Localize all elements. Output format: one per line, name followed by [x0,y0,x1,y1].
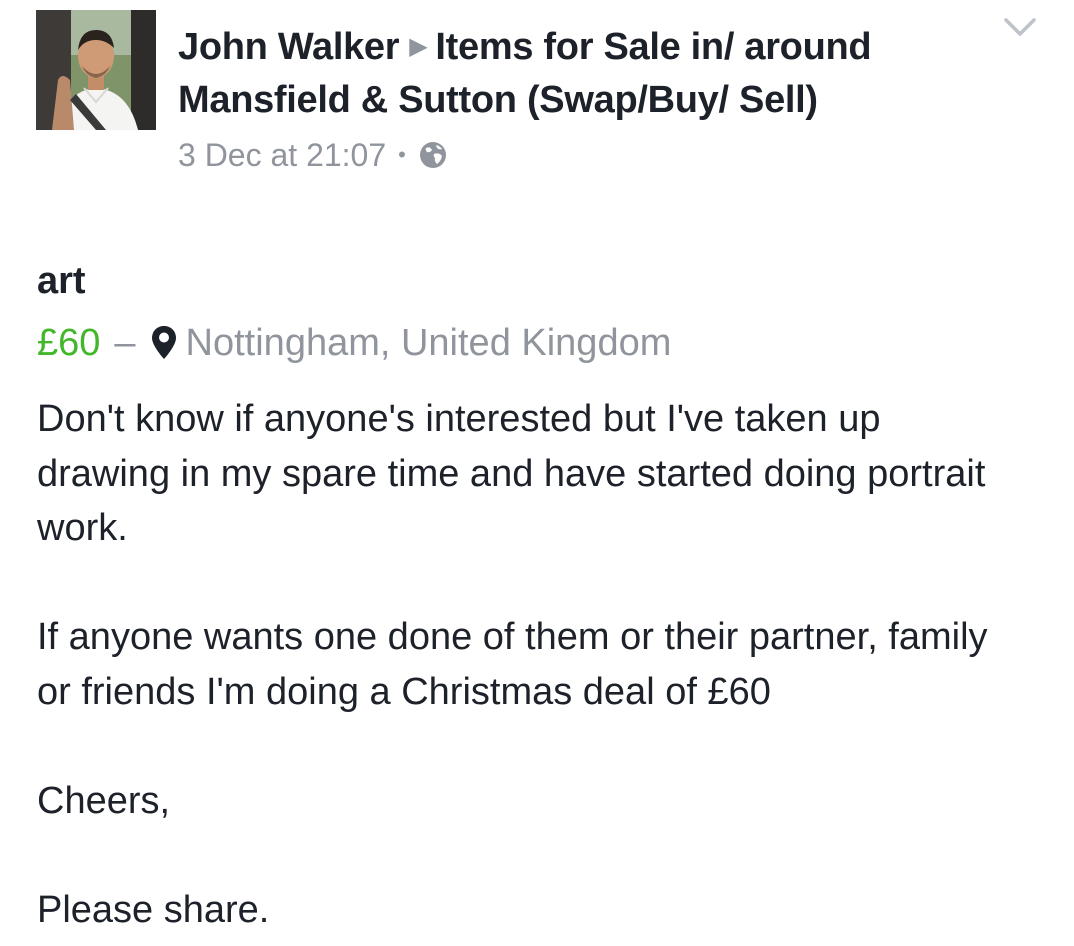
avatar[interactable] [36,10,156,130]
arrow-right-icon: ▶ [409,33,428,60]
body-paragraph: Please share. [37,888,270,931]
author-name[interactable]: John Walker [178,26,400,68]
post-body: Don't know if anyone's interested but I'… [37,392,1017,937]
body-paragraph: Don't know if anyone's interested but I'… [37,398,996,549]
marketplace-post: John Walker ▶ Items for Sale in/ around Ma… [0,0,1074,946]
chevron-down-icon[interactable] [1003,14,1037,40]
body-paragraph: If anyone wants one done of them or thei… [37,616,999,713]
price-location-row: £60 – Nottingham, United Kingdom [37,318,671,368]
listing-price: £60 [37,321,101,364]
post-timestamp[interactable]: 3 Dec at 21:07 [178,137,386,174]
post-title: John Walker ▶ Items for Sale in/ around Ma… [178,20,958,127]
listing-location[interactable]: Nottingham, United Kingdom [186,322,672,365]
map-pin-icon [151,326,176,359]
price-separator: – [114,321,136,364]
avatar-photo [36,10,156,130]
meta-separator: • [398,142,406,167]
body-paragraph: Cheers, [37,779,171,822]
listing-title: art [37,260,86,302]
globe-icon[interactable] [418,140,448,170]
post-header: John Walker ▶ Items for Sale in/ around Ma… [178,20,958,175]
post-meta: 3 Dec at 21:07 • [178,135,958,175]
